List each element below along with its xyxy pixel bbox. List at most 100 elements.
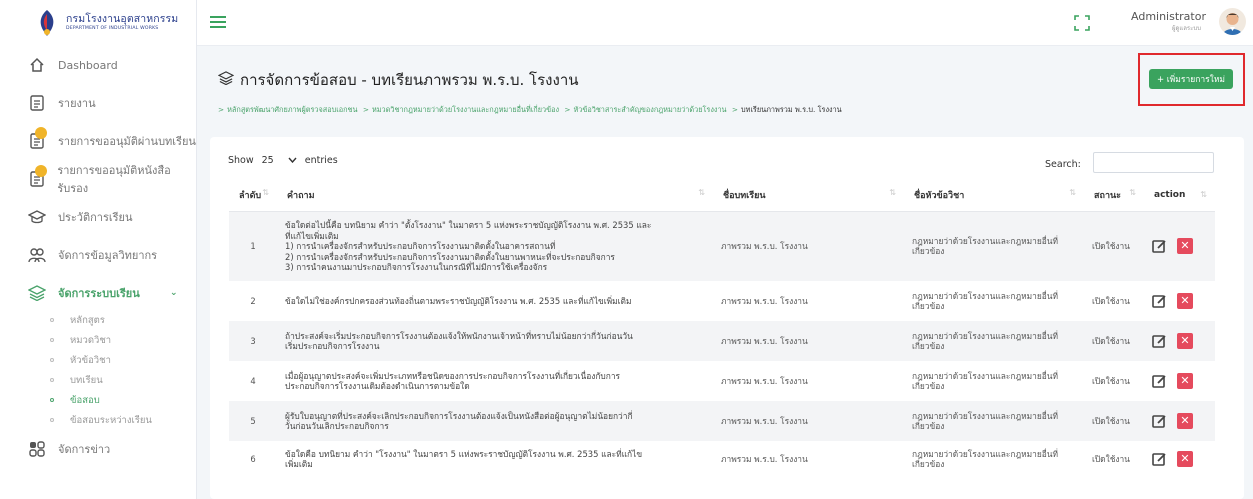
topic-line: กฎหมายว่าด้วยโรงงานและกฎหมายอื่นที่: [912, 448, 1059, 459]
question-line: ข้อใดไม่ใช่องค์กรปกครองส่วนท้องถิ่นตามพร…: [285, 295, 632, 306]
cell-no: 5: [229, 401, 277, 441]
course-icon: [28, 284, 46, 302]
sidebar-item-label: จัดการระบบเรียน: [58, 287, 140, 300]
cell-status: เปิดใช้งาน: [1092, 295, 1130, 306]
page-length-value: 25: [261, 155, 274, 166]
delete-icon[interactable]: ✕: [1177, 238, 1193, 255]
table-row: 1 ข้อใดต่อไปนี้คือ บทนิยาม คำว่า "ตั้งโรง…: [229, 211, 1215, 281]
sidebar-item-news[interactable]: จัดการข่าว: [0, 430, 196, 468]
sidebar-item-label: รายงาน: [58, 97, 96, 110]
column-header-action[interactable]: action ⇅: [1144, 179, 1215, 212]
page-title-text: การจัดการข้อสอบ - บทเรียนภาพรวม พ.ร.บ. โ…: [240, 71, 579, 89]
cell-question: ข้อใดไม่ใช่องค์กรปกครองส่วนท้องถิ่นตามพร…: [277, 281, 713, 321]
delete-icon[interactable]: ✕: [1177, 293, 1193, 309]
delete-icon[interactable]: ✕: [1177, 451, 1193, 467]
topbar: Administrator ผู้ดูแลระบบ: [197, 0, 1253, 46]
table-row: 3 ถ้าประสงค์จะเริ่มประกอบกิจการโรงงานต้อง…: [229, 321, 1215, 361]
sidebar-item-learning-history[interactable]: ประวัติการเรียน: [0, 198, 196, 236]
brand-logo[interactable]: กรมโรงงานอุตสาหกรรม DEPARTMENT OF INDUST…: [0, 0, 196, 46]
page-length-control: Show 25 entries: [228, 155, 338, 166]
question-line: 2) การนำเครื่องจักรสำหรับประกอบกิจการโรง…: [285, 251, 615, 262]
submenu-item-in-lesson-exams[interactable]: ข้อสอบระหว่างเรียน: [50, 410, 196, 430]
menu-toggle-button[interactable]: [208, 13, 228, 33]
user-menu[interactable]: Administrator ผู้ดูแลระบบ: [1131, 10, 1206, 33]
topic-line: กฎหมายว่าด้วยโรงงานและกฎหมายอื่นที่: [912, 410, 1059, 421]
breadcrumb: > หลักสูตรพัฒนาศักยภาพผู้ตรวจสอบเอกชน > หม…: [218, 105, 842, 114]
delete-icon[interactable]: ✕: [1177, 333, 1193, 349]
cell-status: เปิดใช้งาน: [1084, 401, 1144, 441]
sidebar: กรมโรงงานอุตสาหกรรม DEPARTMENT OF INDUST…: [0, 0, 197, 499]
submenu-item-courses[interactable]: หลักสูตร: [50, 310, 196, 330]
cell-topic: กฎหมายว่าด้วยโรงงานและกฎหมายอื่นที่ เกี่ย…: [904, 321, 1084, 361]
cell-question: เมื่อผู้อนุญาตประสงค์จะเพิ่มประเภทหรือชน…: [277, 361, 713, 401]
submenu-item-topics[interactable]: หัวข้อวิชา: [50, 350, 196, 370]
column-header-status[interactable]: สถานะ ⇅: [1084, 179, 1144, 212]
entries-label: entries: [304, 155, 338, 166]
cell-topic: กฎหมายว่าด้วยโรงงานและกฎหมายอื่นที่ เกี่ย…: [904, 211, 1084, 281]
cell-no: 1: [229, 211, 277, 281]
cell-lesson: ภาพรวม พ.ร.บ. โรงงาน: [713, 401, 904, 441]
submenu-label: หัวข้อวิชา: [70, 354, 111, 366]
submenu-item-exams[interactable]: ข้อสอบ: [50, 390, 196, 410]
course-icon: [217, 71, 235, 89]
column-header-lesson[interactable]: ชื่อบทเรียน ⇅: [713, 179, 904, 212]
bullet-icon: [50, 318, 54, 322]
sidebar-item-certificate-approval[interactable]: รายการขออนุมัติหนังสือรับรอง: [0, 160, 196, 198]
chevron-down-icon[interactable]: ⌄: [170, 288, 178, 298]
edit-icon[interactable]: [1152, 414, 1167, 429]
edit-icon[interactable]: [1152, 452, 1167, 467]
submenu-item-lessons[interactable]: บทเรียน: [50, 370, 196, 390]
edit-icon[interactable]: [1152, 374, 1167, 389]
sidebar-item-lesson-approval[interactable]: รายการขออนุมัติผ่านบทเรียน: [0, 122, 196, 160]
question-line: วันก่อนวันเลิกประกอบกิจการ: [285, 421, 389, 431]
column-header-topic[interactable]: ชื่อหัวข้อวิชา ⇅: [904, 179, 1084, 212]
question-line: ข้อใดต่อไปนี้คือ บทนิยาม คำว่า "ตั้งโรงง…: [285, 220, 652, 230]
bullet-icon: [50, 378, 54, 382]
bullet-icon: [50, 358, 54, 362]
breadcrumb-link[interactable]: หลักสูตรพัฒนาศักยภาพผู้ตรวจสอบเอกชน: [227, 105, 357, 114]
edit-icon[interactable]: [1152, 294, 1167, 309]
question-line: ที่แก้ไขเพิ่มเติม: [285, 230, 339, 241]
admin-role: ผู้ดูแลระบบ: [1171, 25, 1201, 32]
breadcrumb-link[interactable]: หัวข้อวิชาสาระสำคัญของกฎหมายว่าด้วยโรงงา…: [573, 105, 726, 114]
delete-icon[interactable]: ✕: [1177, 373, 1193, 389]
edit-icon[interactable]: [1152, 334, 1167, 349]
edit-icon[interactable]: [1152, 239, 1167, 254]
graduation-cap-icon: [28, 208, 46, 226]
cell-no: 2: [250, 295, 256, 306]
fullscreen-icon[interactable]: [1074, 15, 1090, 31]
document-icon: [28, 127, 47, 150]
sidebar-item-course-management[interactable]: จัดการระบบเรียน ⌄: [0, 274, 196, 312]
cell-lesson: ภาพรวม พ.ร.บ. โรงงาน: [713, 211, 904, 281]
page-length-select[interactable]: 25: [260, 155, 299, 166]
column-header-question[interactable]: คำถาม ⇅: [277, 179, 713, 212]
question-line: ข้อใดคือ บทนิยาม คำว่า "โรงงาน" ในมาตรา …: [285, 448, 643, 459]
breadcrumb-current: บทเรียนภาพรวม พ.ร.บ. โรงงาน: [741, 105, 842, 114]
question-line: เพิ่มเติม: [285, 459, 313, 469]
report-icon: [28, 94, 46, 112]
course-submenu: หลักสูตร หมวดวิชา หัวข้อวิชา บทเรียน ข้อ…: [0, 310, 196, 430]
cell-status: เปิดใช้งาน: [1084, 211, 1144, 281]
cell-no: 4: [250, 375, 256, 386]
column-header-no[interactable]: ลำดับ ⇅: [229, 179, 277, 212]
breadcrumb-link[interactable]: หมวดวิชากฎหมายว่าด้วยโรงงานและกฎหมายอื่น…: [372, 105, 559, 114]
table-header-row: ลำดับ ⇅ คำถาม ⇅ ชื่อบทเรียน ⇅ ชื่อหัวข้อวิช…: [229, 179, 1215, 212]
sidebar-item-instructors[interactable]: จัดการข้อมูลวิทยากร: [0, 236, 196, 274]
cell-lesson: ภาพรวม พ.ร.บ. โรงงาน: [713, 321, 904, 361]
submenu-label: หมวดวิชา: [70, 334, 112, 346]
search-input[interactable]: [1093, 152, 1214, 173]
submenu-item-categories[interactable]: หมวดวิชา: [50, 330, 196, 350]
exam-table-card: Show 25 entries Search: ลำดับ ⇅ คำถาม ⇅ ชื…: [210, 137, 1244, 499]
question-line: เริ่มประกอบกิจการโรงงาน: [285, 341, 380, 351]
sidebar-nav-bottom: จัดการข่าว: [0, 430, 196, 468]
delete-icon[interactable]: ✕: [1177, 413, 1193, 429]
cell-action: ✕: [1144, 401, 1215, 441]
sidebar-item-report[interactable]: รายงาน: [0, 84, 196, 122]
question-line: ถ้าประสงค์จะเริ่มประกอบกิจการโรงงานต้องแ…: [285, 330, 633, 341]
avatar[interactable]: [1219, 8, 1246, 35]
cell-question: ถ้าประสงค์จะเริ่มประกอบกิจการโรงงานต้องแ…: [277, 321, 713, 361]
sidebar-item-dashboard[interactable]: Dashboard: [0, 46, 196, 84]
submenu-label: ข้อสอบ: [70, 394, 100, 406]
add-new-item-button[interactable]: + เพิ่มรายการใหม่: [1149, 69, 1233, 89]
topic-line: กฎหมายว่าด้วยโรงงานและกฎหมายอื่นที่: [912, 290, 1059, 301]
